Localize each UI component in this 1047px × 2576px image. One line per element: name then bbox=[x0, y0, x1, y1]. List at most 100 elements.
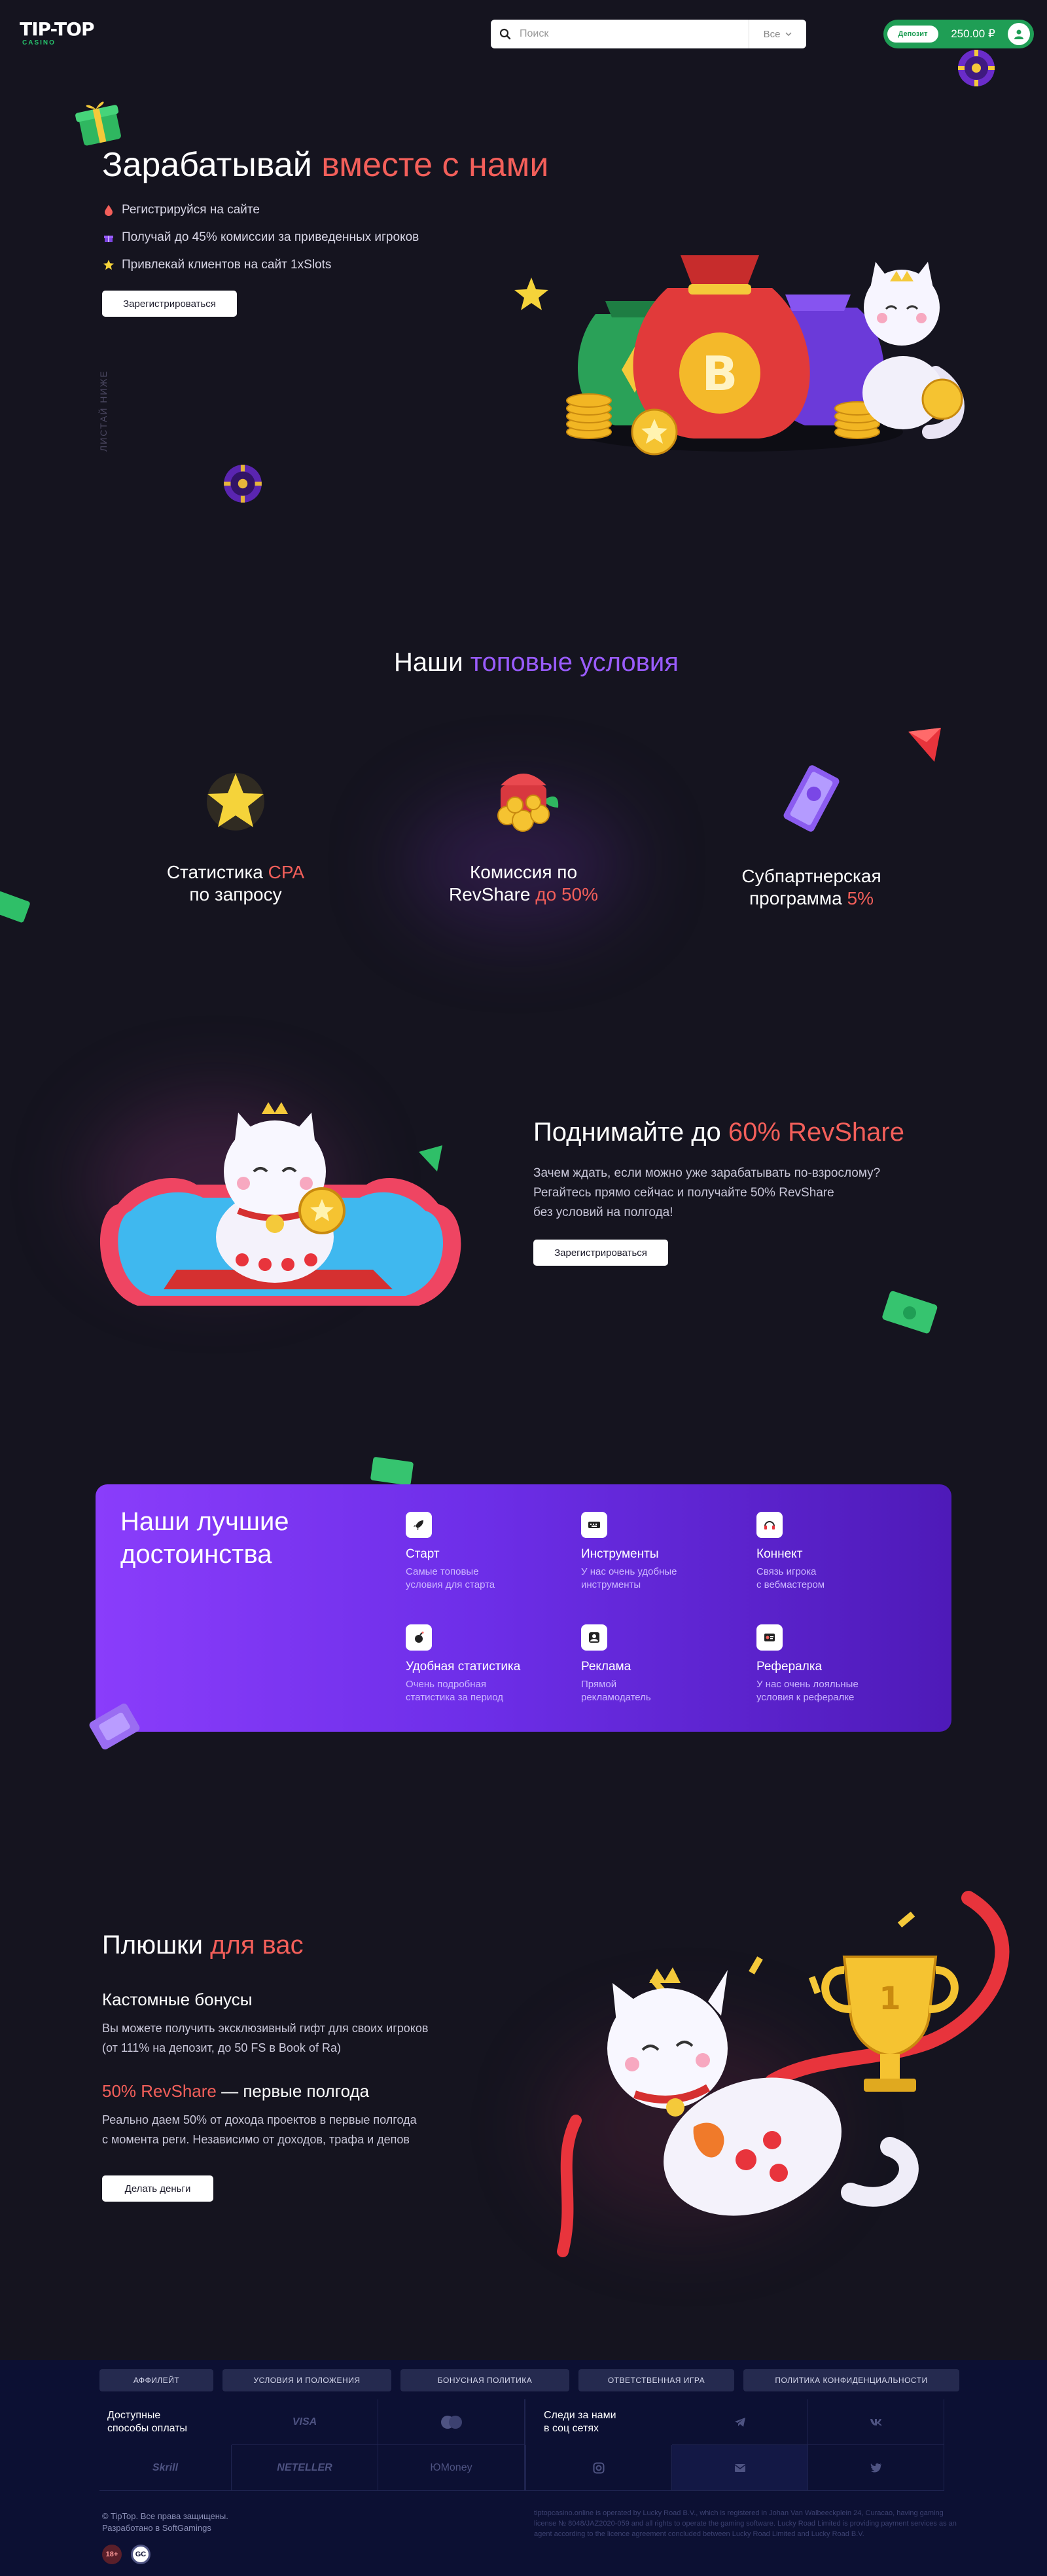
list-item: Получай до 45% комиссии за приведенных и… bbox=[102, 224, 419, 251]
desc-line: Связь игрока bbox=[756, 1566, 817, 1577]
legal-text: tiptopcasino.online is operated by Lucky… bbox=[534, 2509, 957, 2538]
text-line: (от 111% на депозит, до 50 FS в Book of … bbox=[102, 2041, 341, 2054]
star-icon bbox=[102, 259, 115, 272]
referral-icon bbox=[756, 1624, 783, 1651]
telegram-icon[interactable] bbox=[672, 2399, 808, 2445]
footer-link-privacy[interactable]: ПОЛИТИКА КОНФИДЕНЦИАЛЬНОСТИ bbox=[743, 2369, 959, 2391]
footer-link-terms[interactable]: УСЛОВИЯ И ПОЛОЖЕНИЯ bbox=[222, 2369, 391, 2391]
text-line: Вы можете получить эксклюзивный гифт для… bbox=[102, 2022, 429, 2035]
register-button[interactable]: Зарегистрироваться bbox=[533, 1240, 668, 1266]
desc-line: У нас очень удобные bbox=[581, 1566, 677, 1577]
gem-decoration bbox=[908, 728, 941, 762]
bonuses-title-plain: Плюшки bbox=[102, 1931, 204, 1959]
hero-title-plain: Зарабатывай bbox=[102, 146, 312, 184]
condition-card-revshare: Комиссия по RevShare до 50% bbox=[419, 753, 628, 906]
hero-title-accent: вместе с нами bbox=[321, 146, 549, 184]
logo[interactable]: TIP-TOP CASINO bbox=[20, 18, 94, 47]
custom-bonuses-text: Вы можете получить эксклюзивный гифт для… bbox=[102, 2018, 508, 2058]
search-icon[interactable] bbox=[491, 20, 520, 48]
person-icon bbox=[581, 1624, 607, 1651]
title-line: Наши лучшие bbox=[120, 1507, 289, 1536]
treasure-chest-icon bbox=[497, 774, 559, 832]
bomb-icon bbox=[406, 1624, 432, 1651]
condition-accent: 5% bbox=[847, 888, 874, 908]
hero-title: Зарабатывай вместе с нами bbox=[102, 145, 548, 185]
copyright: © TipTop. Все права защищены. Разработан… bbox=[102, 2511, 228, 2534]
payments-label: Доступные способы оплаты bbox=[99, 2399, 232, 2445]
text-line: Реально даем 50% от дохода проектов в пе… bbox=[102, 2113, 417, 2126]
text-line: без условий на полгода! bbox=[533, 1206, 673, 1219]
condition-card-cpa: Статистика CPA по запросу bbox=[131, 766, 340, 906]
advantage-statistics: Удобная статистика Очень подробная статис… bbox=[406, 1624, 556, 1704]
make-money-button[interactable]: Делать деньги bbox=[102, 2175, 213, 2202]
condition-label: Субпартнерская программа 5% bbox=[707, 865, 916, 910]
condition-line: Субпартнерская bbox=[741, 866, 881, 886]
avatar[interactable] bbox=[1008, 23, 1030, 45]
rocket-icon bbox=[406, 1512, 432, 1538]
revshare-title-plain: Поднимайте до bbox=[533, 1118, 721, 1147]
desc-line: инструменты bbox=[581, 1579, 641, 1590]
advantage-tools: Инструменты У нас очень удобные инструмен… bbox=[581, 1512, 732, 1592]
banknote-decoration bbox=[0, 891, 30, 923]
register-button[interactable]: Зарегистрироваться bbox=[102, 291, 237, 317]
gaming-license-badge[interactable]: GC bbox=[131, 2545, 151, 2564]
advantage-desc: Очень подробная статистика за период bbox=[406, 1678, 556, 1704]
money-bags-illustration: B bbox=[566, 255, 965, 456]
desc-line: Самые топовые bbox=[406, 1566, 479, 1577]
social-links: Следи за нами в соц сетях bbox=[525, 2399, 944, 2491]
title-line: достоинства bbox=[120, 1540, 272, 1569]
bonuses-title-accent: для вас bbox=[210, 1931, 304, 1959]
advantage-name: Реклама bbox=[581, 1660, 631, 1673]
vk-icon[interactable] bbox=[808, 2399, 944, 2445]
social-label: Следи за нами в соц сетях bbox=[525, 2399, 672, 2445]
condition-label: Статистика CPA по запросу bbox=[131, 861, 340, 906]
advantage-name: Инструменты bbox=[581, 1547, 659, 1561]
search-input[interactable] bbox=[520, 20, 749, 48]
conditions-title-plain: Наши bbox=[394, 648, 463, 677]
footer-link-affiliate[interactable]: АФФИЛЕЙТ bbox=[99, 2369, 213, 2391]
revshare-bonus-accent: 50% RevShare bbox=[102, 2081, 217, 2101]
advantage-referral: Рефералка У нас очень лояльные условия к … bbox=[756, 1624, 907, 1704]
user-icon bbox=[1014, 29, 1023, 39]
ticket-decoration bbox=[89, 1703, 140, 1750]
list-item-text: Получай до 45% комиссии за приведенных и… bbox=[122, 230, 419, 244]
banknote-decoration bbox=[882, 1291, 938, 1334]
svg-text:B: B bbox=[702, 346, 738, 401]
condition-line: Комиссия по bbox=[469, 862, 578, 882]
age-restriction-badge: 18+ bbox=[102, 2545, 122, 2564]
condition-line: программа bbox=[749, 888, 842, 908]
advantage-name: Коннект bbox=[756, 1547, 803, 1561]
advantage-name: Удобная статистика bbox=[406, 1660, 521, 1673]
revshare-bonus-plain: — первые полгода bbox=[221, 2081, 370, 2101]
desc-line: с вебмастером bbox=[756, 1579, 825, 1590]
scroll-hint: ЛИСТАЙ НИЖЕ bbox=[98, 370, 109, 452]
custom-bonuses-heading: Кастомные бонусы bbox=[102, 1990, 253, 2009]
headset-icon bbox=[756, 1512, 783, 1538]
ticket-icon bbox=[783, 765, 840, 832]
yoomoney-logo: ЮMoney bbox=[378, 2445, 525, 2491]
email-icon[interactable] bbox=[672, 2445, 808, 2491]
star-icon bbox=[207, 773, 264, 831]
visa-logo: VISA bbox=[232, 2399, 378, 2445]
list-item: Регистрируйся на сайте bbox=[102, 196, 419, 224]
skrill-logo: Skrill bbox=[99, 2445, 232, 2491]
chip-decoration bbox=[958, 50, 995, 86]
search-filter-dropdown[interactable]: Все bbox=[749, 20, 806, 48]
mastercard-logo: mastercard bbox=[378, 2399, 525, 2445]
gift-box-decoration bbox=[75, 101, 121, 146]
instagram-icon[interactable] bbox=[525, 2445, 672, 2491]
site-footer: АФФИЛЕЙТ УСЛОВИЯ И ПОЛОЖЕНИЯ БОНУСНАЯ ПО… bbox=[0, 2360, 1047, 2576]
cat-on-pillow-illustration bbox=[99, 1102, 461, 1306]
footer-link-bonus-policy[interactable]: БОНУСНАЯ ПОЛИТИКА bbox=[400, 2369, 569, 2391]
condition-line: RevShare bbox=[448, 884, 531, 904]
bonuses-title: Плюшки для вас bbox=[102, 1931, 304, 1960]
twitter-icon[interactable] bbox=[808, 2445, 944, 2491]
advantage-desc: Самые топовые условия для старта bbox=[406, 1565, 556, 1592]
footer-link-responsible-gaming[interactable]: ОТВЕТСТВЕННАЯ ИГРА bbox=[578, 2369, 734, 2391]
condition-accent: CPA bbox=[268, 862, 305, 882]
advantage-desc: Связь игрока с вебмастером bbox=[756, 1565, 907, 1592]
site-header: TIP-TOP CASINO Все Депозит 250.00 ₽ bbox=[0, 0, 1047, 68]
logo-text: TIP-TOP bbox=[20, 18, 94, 40]
desc-line: рекламодатель bbox=[581, 1692, 651, 1703]
deposit-button[interactable]: Депозит bbox=[887, 26, 938, 43]
